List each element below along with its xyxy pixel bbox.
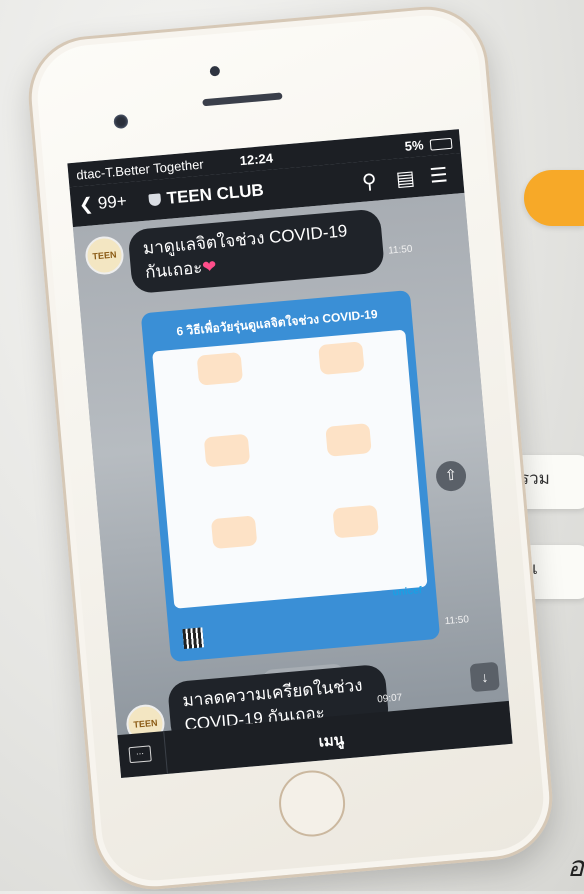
poster-time: 11:50 [444,614,470,628]
divider [163,731,168,775]
notes-icon[interactable]: ▤ [395,165,416,192]
phone: dtac-T.Better Together 12:24 5% ❮ 99+ TE… [23,1,558,894]
illustration [318,341,365,376]
illustration [196,351,244,386]
clock: 12:24 [239,150,274,169]
poster-panel [280,338,404,402]
search-icon[interactable]: ⚲ [361,169,378,195]
earpiece-speaker [202,92,283,107]
hearts-emoji: ❤ [201,256,218,277]
qr-code [182,627,205,650]
illustration [332,504,379,539]
unread-count: 99+ [97,191,128,213]
sensor-dot [209,65,221,77]
battery-icon [429,137,453,151]
home-button[interactable] [276,767,348,840]
share-icon[interactable]: ⇧ [434,459,468,493]
avatar[interactable]: TEEN [83,234,126,277]
poster-panel [159,349,283,413]
orange-note [524,170,584,226]
official-shield-icon [148,193,162,207]
phone-screen: dtac-T.Better Together 12:24 5% ❮ 99+ TE… [67,129,513,779]
chat-title-text: TEEN CLUB [165,180,265,208]
chat-area: TEEN มาดูแลจิตใจช่วง COVID-19 กันเถอะ❤ 1… [72,192,509,747]
chat-title: TEEN CLUB [148,180,265,210]
illustration [203,433,251,468]
handwriting-text: อ [567,850,584,883]
message-bubble-1[interactable]: มาดูแลจิตใจช่วง COVID-19 กันเถอะ❤ [127,208,386,295]
front-camera [113,113,129,130]
message-1-time: 11:50 [387,243,413,257]
menu-button[interactable]: เมนู [318,728,345,754]
battery-percent: 5% [404,137,425,154]
back-button[interactable]: ❮ 99+ [78,191,127,215]
hamburger-icon[interactable]: ☰ [429,162,449,188]
illustration [210,515,258,550]
poster-panel [287,420,411,484]
battery-status: 5% [404,135,453,154]
message-2-time: 09:07 [376,692,403,706]
scroll-down-icon[interactable]: ↓ [469,661,500,693]
poster-panel [166,430,290,494]
poster-panel [173,512,297,576]
poster-panel [295,501,419,565]
illustration [325,423,372,457]
message-1-text: มาดูแลจิตใจช่วง COVID-19 กันเถอะ [142,221,349,282]
poster-content [152,329,428,609]
keyboard-icon[interactable]: ⋯ [128,745,152,764]
unicef-logo: unicef [392,585,423,599]
infographic-image[interactable]: 6 วิธีเพื่อวัยรุ่นดูแลจิตใจช่วง COVID-19… [140,290,441,663]
